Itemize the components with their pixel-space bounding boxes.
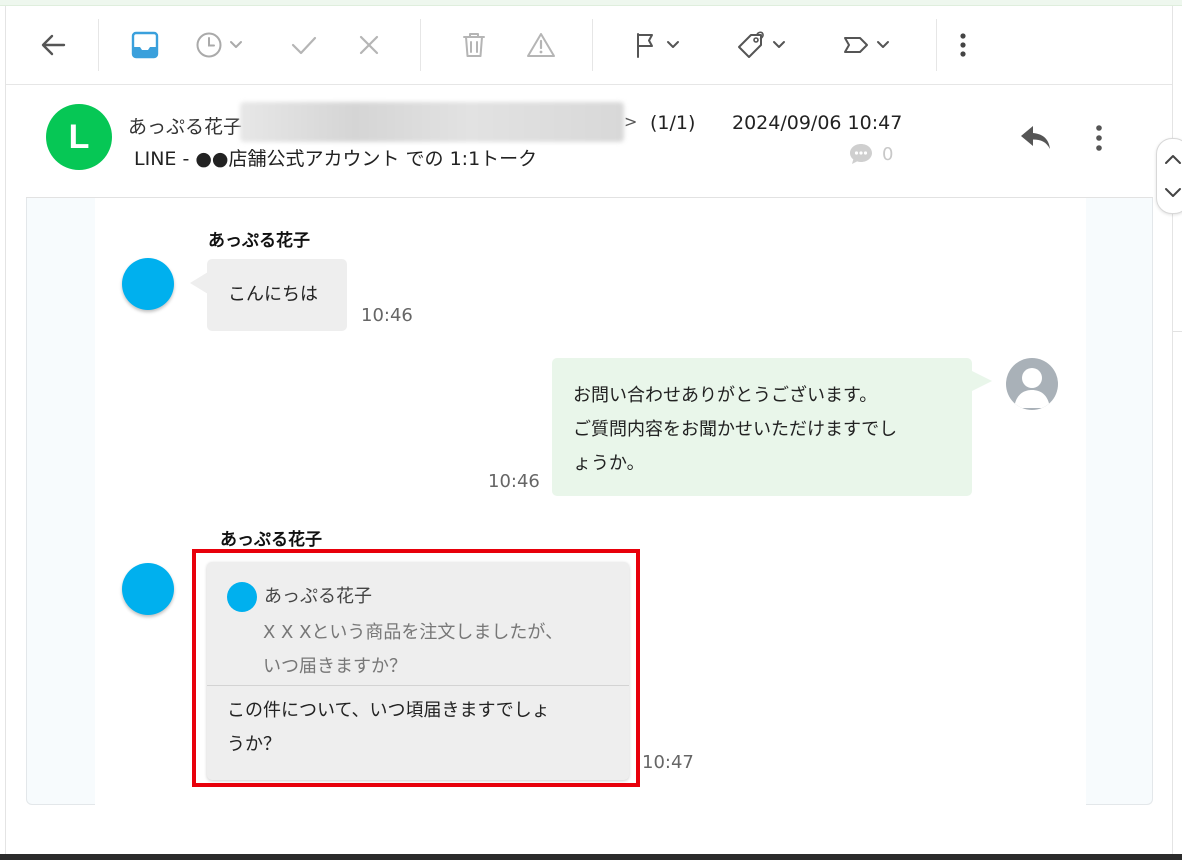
label-icon [844,37,889,53]
user-avatar [122,563,174,615]
spam-button[interactable] [524,27,558,63]
close-icon [359,35,379,55]
check-icon [291,36,317,55]
quoted-line: X X Xという商品を注文しましたが、 [263,622,564,643]
sender-name: あっぷる花子 [128,116,243,138]
message-line: ょうか。 [573,453,645,474]
close-button[interactable] [354,27,384,63]
flag-icon [637,33,679,58]
flag-button[interactable] [632,27,688,63]
toolbar-separator [420,19,421,71]
quote-divider [207,685,629,686]
done-button[interactable] [288,27,320,63]
quoted-text: X X Xという商品を注文しましたが、 いつ届きますか？ [263,616,603,684]
chevron-down-icon [1165,188,1181,197]
arrow-left-icon [41,34,66,56]
message-more-button[interactable] [1086,120,1112,156]
comment-icon [850,144,872,164]
warning-icon [527,33,555,57]
toolbar [6,7,1172,85]
message-line: お問い合わせありがとうございます。 [573,385,878,406]
operator-avatar [1006,358,1058,410]
scroll-navigator [1156,138,1182,214]
bottom-bar [0,854,1182,860]
delete-button[interactable] [458,27,490,63]
address-tail: > [624,112,638,131]
toolbar-separator [98,19,99,71]
quoted-line: いつ届きますか？ [263,656,407,677]
tag-icon [738,31,785,58]
toolbar-separator [592,19,593,71]
tag-button[interactable] [736,27,794,63]
comment-counter[interactable]: 0 [848,142,893,166]
message-time: 10:46 [361,305,413,326]
more-vertical-icon [960,33,966,57]
sender-avatar: L [46,104,112,170]
quoted-user-avatar [227,582,257,612]
message-line: ご質問内容をお聞かせいただけますでし [573,419,898,440]
blurred-address [240,102,624,142]
user-avatar [122,258,174,310]
inbox-icon [131,31,159,59]
back-button[interactable] [36,27,70,63]
reply-icon [1021,126,1050,149]
reply-line: この件について、いつ頃届きますでしょ [227,700,550,721]
toolbar-separator [936,19,937,71]
person-icon [1014,368,1050,408]
message-time: 10:47 [642,752,694,773]
message-count: (1/1) [650,112,696,134]
message-subject: LINE - ●●店舗公式アカウント での 1:1トーク [134,148,538,170]
trash-icon [463,33,485,57]
more-vertical-icon [1096,125,1102,151]
snooze-button[interactable] [194,27,252,63]
reply-button[interactable] [1016,120,1056,156]
reply-text: この件について、いつ頃届きますでしょ うか？ [227,694,607,762]
bubble-tail [190,272,208,294]
inbox-button[interactable] [128,27,162,63]
message-text: こんにちは [228,284,318,305]
message-datetime: 2024/09/06 10:47 [732,112,903,134]
comment-count: 0 [882,143,894,165]
message-sender-name: あっぷる花子 [208,231,310,251]
message-header: L あっぷる花子 > (1/1) 2024/09/06 10:47 LINE -… [26,86,1153,198]
toolbar-more-button[interactable] [954,27,972,63]
scroll-down-button[interactable] [1163,179,1182,207]
chevron-up-icon [1165,155,1181,164]
clock-icon [196,32,242,58]
right-rail [1173,6,1182,854]
quoted-sender-name: あっぷる花子 [264,586,372,607]
label-button[interactable] [842,27,898,63]
message-time: 10:46 [488,471,540,492]
scroll-up-button[interactable] [1163,145,1182,173]
reply-line: うか？ [227,734,281,755]
message-bubble: こんにちは [207,259,347,331]
message-sender-name: あっぷる花子 [220,530,322,550]
reply-message-bubble: あっぷる花子 X X Xという商品を注文しましたが、 いつ届きますか？ この件に… [207,562,629,780]
message-bubble: お問い合わせありがとうございます。 ご質問内容をお聞かせいただけますでし ょうか… [552,358,972,496]
bubble-tail [970,370,992,392]
